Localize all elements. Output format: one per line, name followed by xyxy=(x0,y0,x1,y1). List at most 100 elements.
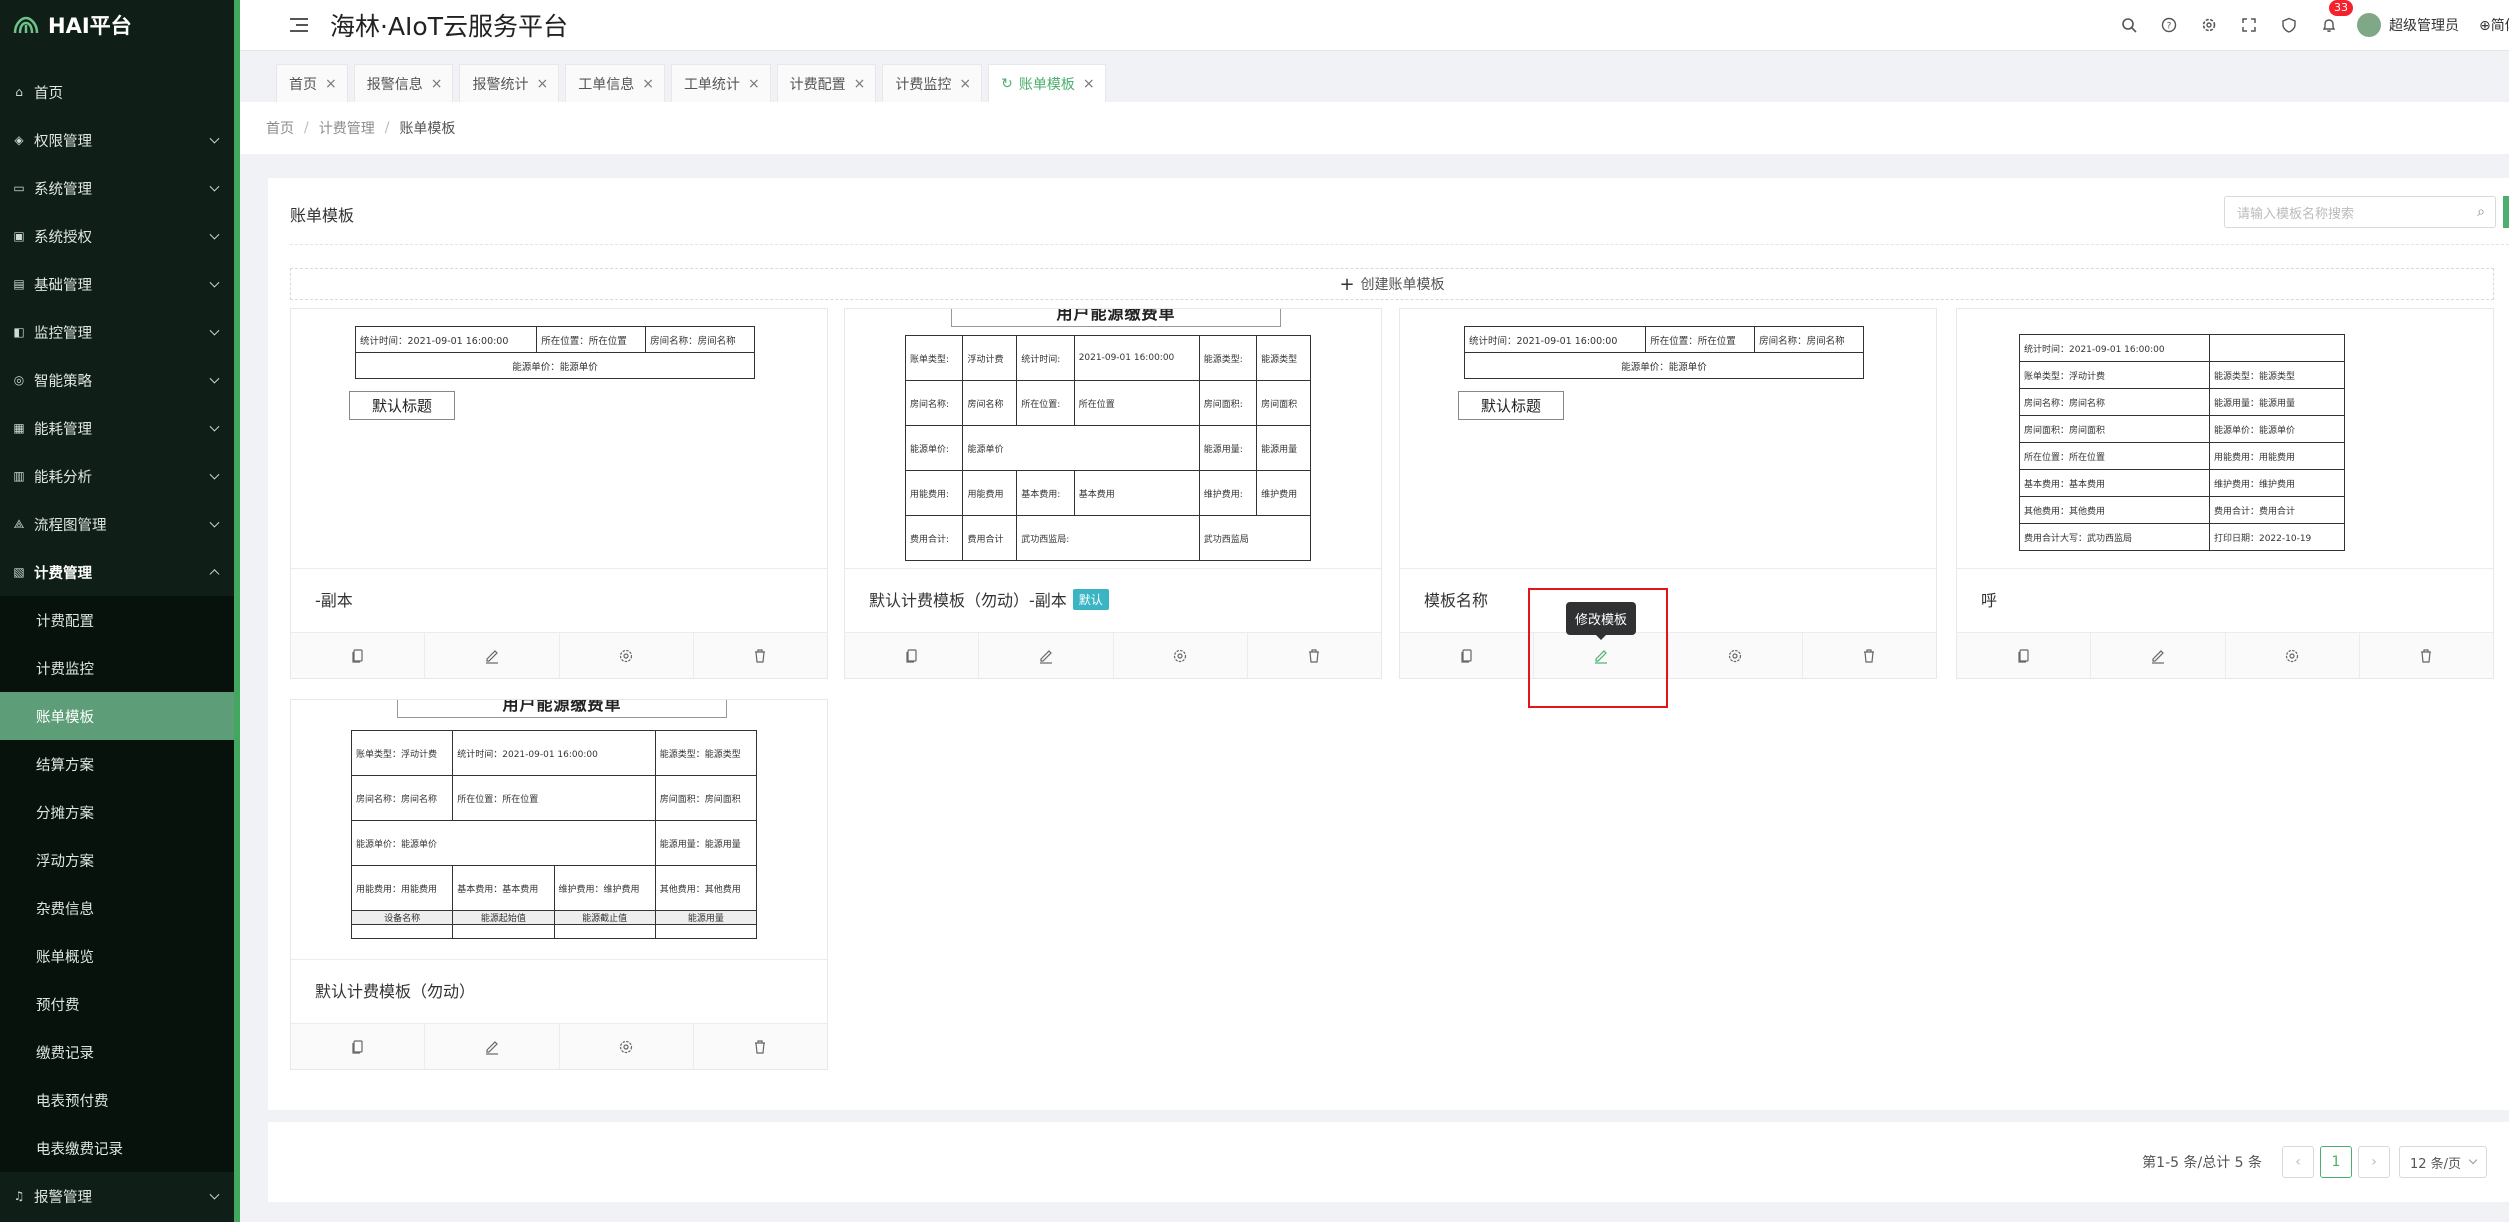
preview-cell: 统计时间: xyxy=(1016,335,1075,381)
tab-workorder-info[interactable]: 工单信息 × xyxy=(565,64,665,102)
breadcrumb-home[interactable]: 首页 xyxy=(266,118,294,138)
tab-alarm-info[interactable]: 报警信息 × xyxy=(353,64,454,102)
edit-button[interactable] xyxy=(425,1024,560,1069)
sidebar-item-system[interactable]: ▭ 系统管理 xyxy=(0,164,240,212)
sidebar-subitem-misc-fees[interactable]: 杂费信息 xyxy=(0,884,240,932)
preview-cell: 其他费用：其他费用 xyxy=(654,865,758,911)
notification-bell-icon[interactable]: 33 xyxy=(2309,0,2353,50)
settings-button[interactable] xyxy=(560,1024,694,1069)
template-preview[interactable]: 统计时间：2021-09-01 16:00:00 所在位置：所在位置 房间名称：房间… xyxy=(291,309,827,569)
template-card[interactable]: 用户能源缴费单 账单类型: 浮动计费 统计时间: 2021-09-01 16:00:0… xyxy=(844,308,1382,679)
sidebar-item-billing[interactable]: ▧ 计费管理 xyxy=(0,548,240,596)
template-preview[interactable]: 统计时间：2021-09-01 16:00:00 账单类型：浮动计费 能源类型：能… xyxy=(1957,309,2493,569)
edit-button[interactable] xyxy=(425,633,560,678)
tab-bill-template[interactable]: ↻ 账单模板 × xyxy=(988,64,1106,102)
next-page-button[interactable]: › xyxy=(2358,1146,2390,1178)
sidebar-subitem-meter-prepaid[interactable]: 电表预付费 xyxy=(0,1076,240,1124)
sidebar-subitem-payment-records[interactable]: 缴费记录 xyxy=(0,1028,240,1076)
tab-workorder-stats[interactable]: 工单统计 × xyxy=(670,64,771,102)
sidebar-item-home[interactable]: ⌂ 首页 xyxy=(0,68,240,116)
menu-toggle-icon[interactable] xyxy=(290,18,308,32)
sidebar-item-energy[interactable]: ▦ 能耗管理 xyxy=(0,404,240,452)
copy-button[interactable] xyxy=(845,633,980,678)
reload-icon[interactable]: ↻ xyxy=(1001,76,1013,92)
sidebar-subitem-bill-overview[interactable]: 账单概览 xyxy=(0,932,240,980)
delete-button[interactable] xyxy=(1248,633,1381,678)
settings-button[interactable] xyxy=(1114,633,1248,678)
sidebar-item-permissions[interactable]: ◈ 权限管理 xyxy=(0,116,240,164)
copy-button[interactable] xyxy=(291,1024,426,1069)
sidebar-subitem-bill-template[interactable]: 账单模板 xyxy=(0,692,234,740)
tab-alarm-stats[interactable]: 报警统计 × xyxy=(459,64,560,102)
logo[interactable]: HAI平台 xyxy=(0,0,240,50)
sidebar-item-energy-analysis[interactable]: ▥ 能耗分析 xyxy=(0,452,240,500)
tab-billing-config[interactable]: 计费配置 × xyxy=(776,64,877,102)
tab-home[interactable]: 首页 × xyxy=(276,64,348,102)
settings-button[interactable] xyxy=(1669,633,1803,678)
breadcrumb-billing[interactable]: 计费管理 xyxy=(319,118,375,138)
card-actions xyxy=(845,632,1381,678)
search-input[interactable]: 请输入模板名称搜索 ⌕ xyxy=(2224,196,2496,228)
close-icon[interactable]: × xyxy=(431,76,443,92)
gear-icon xyxy=(2286,649,2299,662)
copy-icon xyxy=(906,648,917,663)
template-preview[interactable]: 用户能源缴费单 账单类型：浮动计费 统计时间：2021-09-01 16:00:0… xyxy=(291,700,827,960)
settings-button[interactable] xyxy=(2226,633,2360,678)
sidebar-item-basic[interactable]: ▤ 基础管理 xyxy=(0,260,240,308)
help-icon[interactable]: ? xyxy=(2149,0,2189,50)
eye-icon: ◧ xyxy=(13,325,25,339)
edit-button[interactable] xyxy=(2091,633,2226,678)
sidebar-subitem-meter-payments[interactable]: 电表缴费记录 xyxy=(0,1124,240,1172)
sidebar-subitem-allocation[interactable]: 分摊方案 xyxy=(0,788,240,836)
sidebar-subitem-floating[interactable]: 浮动方案 xyxy=(0,836,240,884)
sidebar-subitem-billing-config[interactable]: 计费配置 xyxy=(0,596,240,644)
copy-button[interactable] xyxy=(291,633,426,678)
delete-button[interactable] xyxy=(694,633,827,678)
template-card[interactable]: 统计时间：2021-09-01 16:00:00 所在位置：所在位置 房间名称：房间… xyxy=(1399,308,1937,679)
sidebar-item-authorization[interactable]: ▣ 系统授权 xyxy=(0,212,240,260)
template-card[interactable]: 统计时间：2021-09-01 16:00:00 所在位置：所在位置 房间名称：房间… xyxy=(290,308,828,679)
delete-button[interactable] xyxy=(1803,633,1936,678)
close-icon[interactable]: × xyxy=(854,76,866,92)
tab-label: 工单信息 xyxy=(578,76,635,93)
close-icon[interactable]: × xyxy=(536,76,548,92)
search-icon[interactable]: ⌕ xyxy=(2477,204,2485,220)
edit-button[interactable] xyxy=(979,633,1114,678)
page-button[interactable]: 1 xyxy=(2320,1146,2352,1178)
username[interactable]: 超级管理员 xyxy=(2389,15,2459,35)
search-icon[interactable] xyxy=(2109,0,2149,50)
close-icon[interactable]: × xyxy=(748,76,760,92)
delete-button[interactable] xyxy=(694,1024,827,1069)
template-preview[interactable]: 统计时间：2021-09-01 16:00:00 所在位置：所在位置 房间名称：房间… xyxy=(1400,309,1936,569)
prev-page-button[interactable]: ‹ xyxy=(2282,1146,2314,1178)
sidebar-subitem-settlement[interactable]: 结算方案 xyxy=(0,740,240,788)
close-icon[interactable]: × xyxy=(1083,76,1095,92)
security-icon[interactable] xyxy=(2269,0,2309,50)
sidebar-subitem-billing-monitor[interactable]: 计费监控 xyxy=(0,644,240,692)
template-preview[interactable]: 用户能源缴费单 账单类型: 浮动计费 统计时间: 2021-09-01 16:00:0… xyxy=(845,309,1381,569)
language-switch[interactable]: ⊕简体中文 xyxy=(2479,15,2509,35)
delete-button[interactable] xyxy=(2360,633,2493,678)
close-icon[interactable]: × xyxy=(325,76,337,92)
logo-text: HAI平台 xyxy=(48,14,132,38)
settings-icon[interactable] xyxy=(2189,0,2229,50)
template-card[interactable]: 用户能源缴费单 账单类型：浮动计费 统计时间：2021-09-01 16:00:0… xyxy=(290,699,828,1070)
close-icon[interactable]: × xyxy=(642,76,654,92)
sidebar-subitem-prepaid[interactable]: 预付费 xyxy=(0,980,240,1028)
copy-button[interactable] xyxy=(1400,633,1535,678)
close-icon[interactable]: × xyxy=(959,76,971,92)
chevron-down-icon xyxy=(209,325,220,336)
preview-cell: 能源单价 xyxy=(962,425,1200,471)
create-template-button[interactable]: + 创建账单模板 xyxy=(290,268,2494,300)
page-size-select[interactable]: 12 条/页 xyxy=(2399,1146,2487,1178)
avatar[interactable] xyxy=(2357,13,2381,37)
sidebar-item-monitor[interactable]: ◧ 监控管理 xyxy=(0,308,240,356)
sidebar-item-strategy[interactable]: ◎ 智能策略 xyxy=(0,356,240,404)
sidebar-item-flow[interactable]: ⟁ 流程图管理 xyxy=(0,500,240,548)
settings-button[interactable] xyxy=(560,633,694,678)
copy-button[interactable] xyxy=(1957,633,2092,678)
fullscreen-icon[interactable] xyxy=(2229,0,2269,50)
sidebar-item-alarm[interactable]: ♫ 报警管理 xyxy=(0,1172,240,1220)
tab-billing-monitor[interactable]: 计费监控 × xyxy=(882,64,983,102)
template-card[interactable]: 统计时间：2021-09-01 16:00:00 账单类型：浮动计费 能源类型：能… xyxy=(1956,308,2494,679)
